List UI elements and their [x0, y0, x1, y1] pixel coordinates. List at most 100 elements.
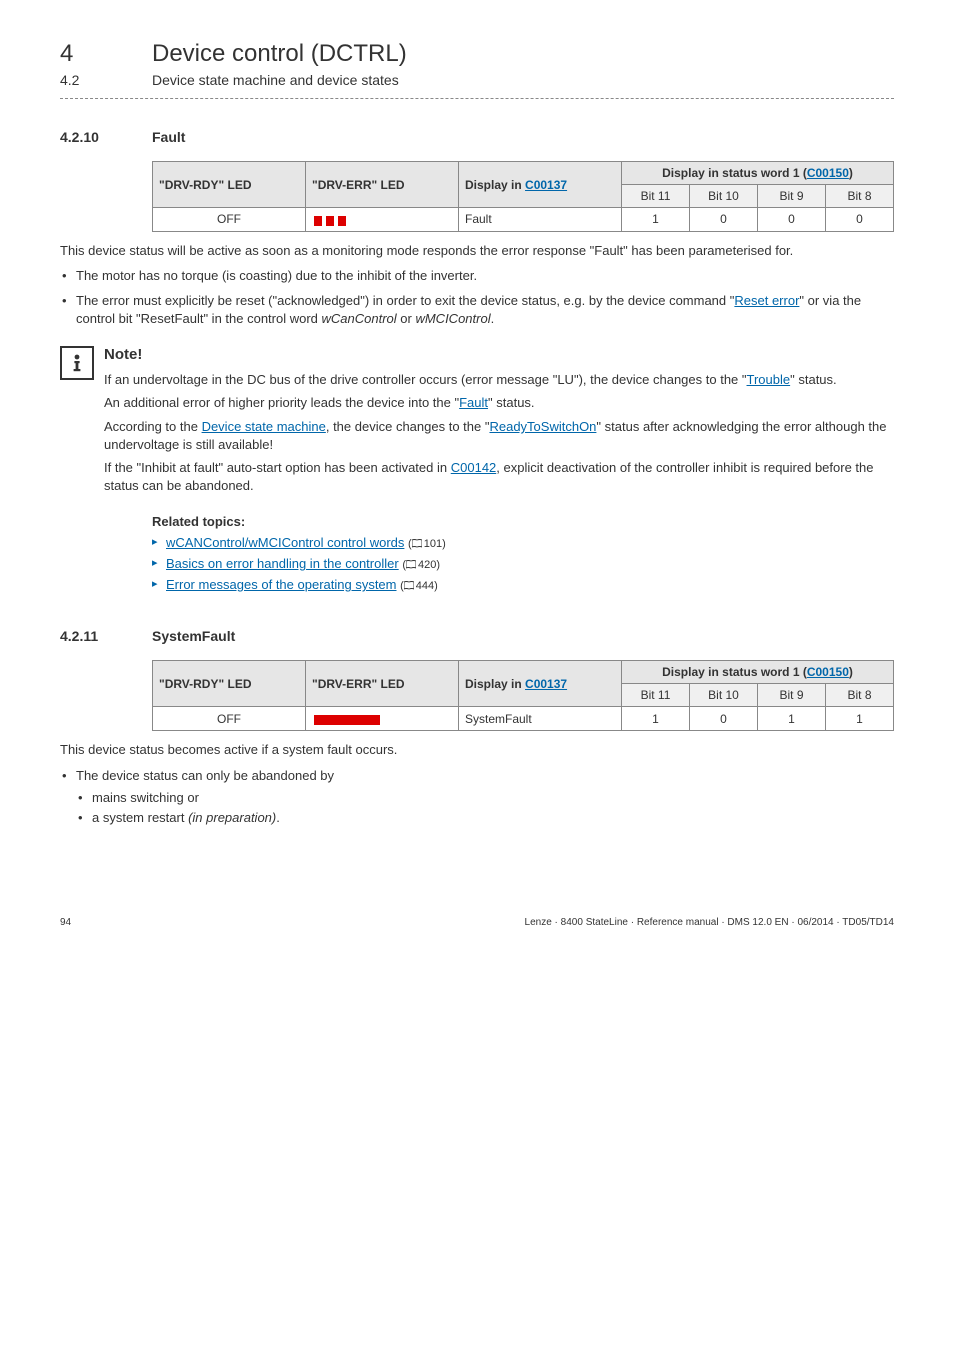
bullet-1: The motor has no torque (is coasting) du…: [60, 267, 894, 285]
cell-b9: 0: [758, 208, 826, 232]
th-drv-err: "DRV-ERR" LED: [306, 162, 459, 208]
cell-display: Fault: [459, 208, 622, 232]
np3-pre: According to the: [104, 419, 202, 434]
cell-b11: 1: [622, 208, 690, 232]
np1-pre: If an undervoltage in the DC bus of the …: [104, 372, 747, 387]
intro-paragraph: This device status will be active as soo…: [60, 242, 894, 260]
b2-pre: The error must explicitly be reset ("ack…: [76, 293, 734, 308]
sf-sb2-end: .: [276, 810, 280, 825]
sf-sb2-pre: a system restart: [92, 810, 188, 825]
page-ref-1: (101): [408, 538, 446, 550]
blinking-led-icon: [312, 213, 352, 227]
page-ref-3: (444): [400, 580, 438, 592]
th-display-in: Display in C00137: [459, 162, 622, 208]
th2-drv-err: "DRV-ERR" LED: [306, 661, 459, 707]
link-ready-switch-on[interactable]: ReadyToSwitchOn: [489, 419, 596, 434]
related-item-1: wCANControl/wMCIControl control words (1…: [152, 535, 894, 550]
sf-sb2-it: (in preparation): [188, 810, 276, 825]
chapter-number: 4: [60, 40, 152, 68]
sf-bullet-1: The device status can only be abandoned …: [60, 767, 894, 828]
th2-bit8: Bit 8: [826, 684, 894, 707]
table-row: OFF Fault 1 0 0 0: [153, 208, 894, 232]
cell-rdy: OFF: [153, 208, 306, 232]
link-state-machine[interactable]: Device state machine: [202, 419, 326, 434]
th-sw-post: ): [849, 166, 853, 180]
th2-bit9: Bit 9: [758, 684, 826, 707]
th-sw-pre: Display in status word 1 (: [662, 166, 807, 180]
sf-sub-bullets: mains switching or a system restart (in …: [76, 789, 894, 827]
th2-display-pre: Display in: [465, 677, 525, 691]
cell2-b8: 1: [826, 707, 894, 731]
th-bit10: Bit 10: [690, 185, 758, 208]
book-icon: [412, 539, 422, 548]
th-bit11: Bit 11: [622, 185, 690, 208]
table-row: OFF SystemFault 1 0 1 1: [153, 707, 894, 731]
b2-or: or: [397, 311, 416, 326]
chapter-header: 4 Device control (DCTRL): [60, 40, 894, 68]
cell2-rdy: OFF: [153, 707, 306, 731]
related-list: wCANControl/wMCIControl control words (1…: [152, 535, 894, 592]
related-topics-title: Related topics:: [152, 514, 894, 529]
th2-sw-post: ): [849, 665, 853, 679]
note-p2: An additional error of higher priority l…: [104, 394, 894, 412]
note-p1: If an undervoltage in the DC bus of the …: [104, 371, 894, 389]
section-header-systemfault: 4.2.11 SystemFault: [60, 628, 894, 644]
status-table-systemfault: "DRV-RDY" LED "DRV-ERR" LED Display in C…: [152, 660, 894, 731]
th2-display-in: Display in C00137: [459, 661, 622, 707]
np4-pre: If the "Inhibit at fault" auto-start opt…: [104, 460, 451, 475]
note-title: Note!: [104, 346, 894, 363]
note-p4: If the "Inhibit at fault" auto-start opt…: [104, 459, 894, 494]
info-icon: [60, 346, 94, 380]
link-trouble[interactable]: Trouble: [747, 372, 791, 387]
page-ref-2: (420): [402, 559, 440, 571]
th-bit8: Bit 8: [826, 185, 894, 208]
section-number: 4.2.10: [60, 129, 152, 145]
cell-b10: 0: [690, 208, 758, 232]
section-header-fault: 4.2.10 Fault: [60, 129, 894, 145]
cell2-b10: 0: [690, 707, 758, 731]
cell2-b11: 1: [622, 707, 690, 731]
cell-err-led: [306, 208, 459, 232]
note-p3: According to the Device state machine, t…: [104, 418, 894, 453]
np1-post: " status.: [790, 372, 837, 387]
book-icon: [404, 581, 414, 590]
related-item-3: Error messages of the operating system (…: [152, 577, 894, 592]
link-wcancontrol[interactable]: wCANControl/wMCIControl control words: [166, 535, 404, 550]
th-drv-rdy: "DRV-RDY" LED: [153, 162, 306, 208]
sf-sub-1: mains switching or: [76, 789, 894, 807]
note-body: Note! If an undervoltage in the DC bus o…: [104, 346, 894, 500]
bullet-2: The error must explicitly be reset ("ack…: [60, 292, 894, 328]
page-num-1: 101: [424, 538, 442, 550]
link-c00137-2[interactable]: C00137: [525, 677, 567, 691]
link-c00150-2[interactable]: C00150: [807, 665, 849, 679]
link-error-handling[interactable]: Basics on error handling in the controll…: [166, 556, 399, 571]
subchapter-header: 4.2 Device state machine and device stat…: [60, 72, 894, 88]
section-title: Fault: [152, 129, 185, 145]
th-status-word: Display in status word 1 (C00150): [622, 162, 894, 185]
link-c00137[interactable]: C00137: [525, 178, 567, 192]
link-fault[interactable]: Fault: [459, 395, 488, 410]
np2-pre: An additional error of higher priority l…: [104, 395, 459, 410]
note-box: Note! If an undervoltage in the DC bus o…: [60, 346, 894, 500]
divider: [60, 98, 894, 99]
cell2-display: SystemFault: [459, 707, 622, 731]
cell-b8: 0: [826, 208, 894, 232]
bullet-list: The motor has no torque (is coasting) du…: [60, 267, 894, 328]
subchapter-title: Device state machine and device states: [152, 72, 399, 88]
systemfault-bullets: The device status can only be abandoned …: [60, 767, 894, 828]
page-num-2: 420: [418, 559, 436, 571]
th2-status-word: Display in status word 1 (C00150): [622, 661, 894, 684]
link-c00150[interactable]: C00150: [807, 166, 849, 180]
cell2-b9: 1: [758, 707, 826, 731]
page-number: 94: [60, 917, 71, 928]
page-footer: 94 Lenze · 8400 StateLine · Reference ma…: [60, 917, 894, 928]
subchapter-number: 4.2: [60, 72, 152, 88]
chapter-title: Device control (DCTRL): [152, 40, 407, 68]
link-c00142[interactable]: C00142: [451, 460, 497, 475]
systemfault-intro: This device status becomes active if a s…: [60, 741, 894, 759]
cell2-err-led: [306, 707, 459, 731]
th-display-pre: Display in: [465, 178, 525, 192]
link-reset-error[interactable]: Reset error: [734, 293, 799, 308]
link-error-messages[interactable]: Error messages of the operating system: [166, 577, 397, 592]
section-title-2: SystemFault: [152, 628, 235, 644]
